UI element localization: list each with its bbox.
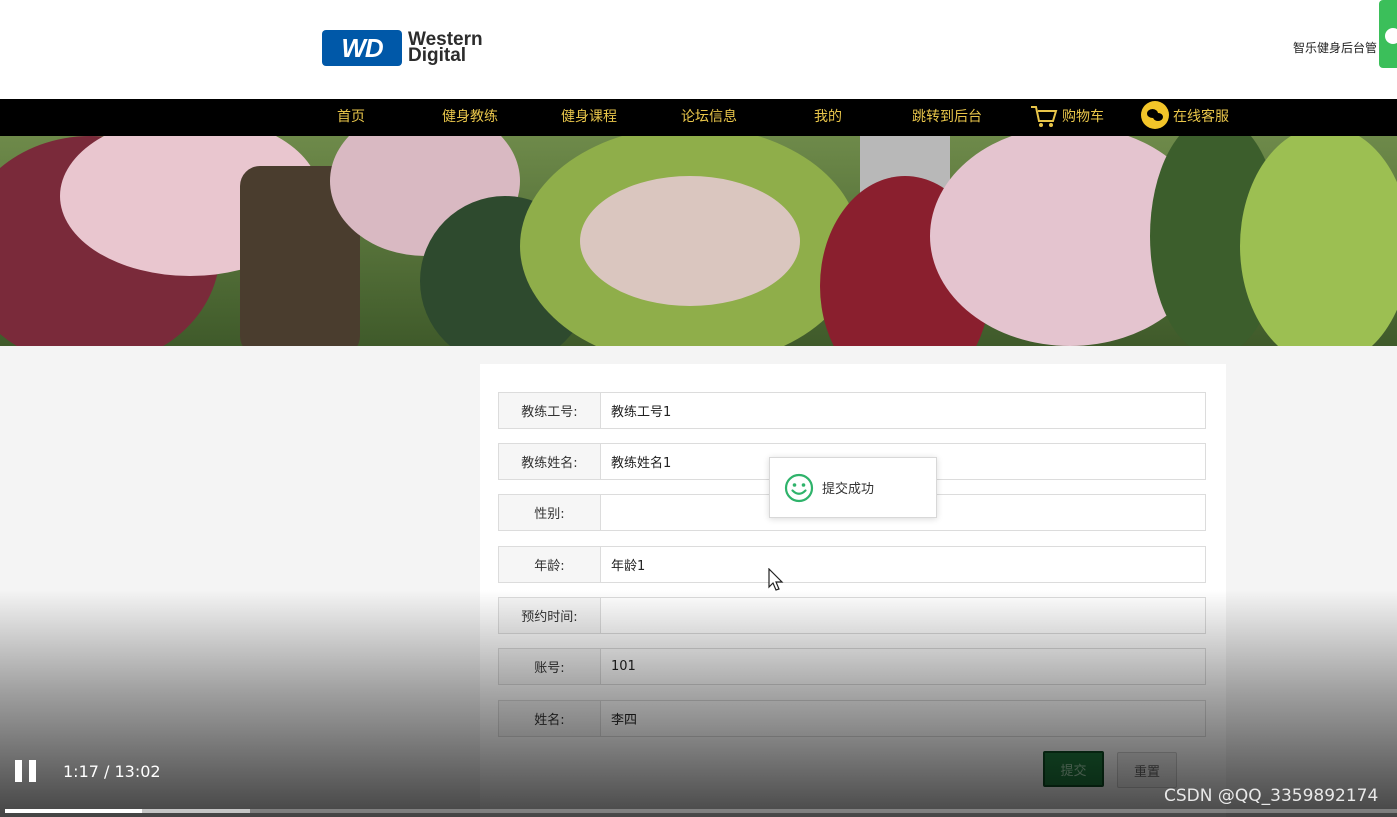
- cart-icon: [1031, 106, 1058, 127]
- wechat-icon: [1141, 101, 1169, 129]
- logo-line-2: Digital: [408, 45, 467, 66]
- form-row-coach-id: 教练工号:: [498, 392, 1206, 429]
- reset-button[interactable]: 重置: [1117, 752, 1177, 788]
- western-digital-logo[interactable]: WD Western Digital: [322, 30, 483, 66]
- coach-id-field[interactable]: [601, 393, 1205, 428]
- pause-button[interactable]: [15, 760, 37, 782]
- submit-button[interactable]: 提交: [1043, 751, 1104, 787]
- nav-item-cart[interactable]: 购物车: [1030, 99, 1104, 136]
- nav-item-label: 在线客服: [1173, 109, 1229, 125]
- pause-icon-bar: [29, 760, 36, 782]
- nav-item-label: 跳转到后台: [912, 109, 982, 125]
- success-toast: 提交成功: [769, 457, 937, 518]
- nav-item-label: 论坛信息: [681, 109, 737, 125]
- nav-item-home[interactable]: 首页: [337, 99, 365, 136]
- nav-item-label: 购物车: [1062, 109, 1104, 125]
- progress-bar[interactable]: [5, 809, 1397, 813]
- nav-item-label: 我的: [814, 109, 842, 125]
- toast-message: 提交成功: [822, 482, 875, 497]
- field-label: 教练工号:: [499, 393, 601, 428]
- field-label: 年龄:: [499, 547, 601, 582]
- banner-image: [0, 136, 1397, 346]
- coach-booking-form: 教练工号: 教练姓名: 性别: 年龄: 预约时间: 账号: 姓名: 提交 重置: [480, 364, 1226, 817]
- nav-item-mine[interactable]: 我的: [814, 99, 842, 136]
- pause-icon-bar: [15, 760, 22, 782]
- side-float-tab[interactable]: [1379, 0, 1397, 68]
- smiley-icon: [784, 473, 814, 502]
- nav-item-coaches[interactable]: 健身教练: [442, 99, 498, 136]
- main-nav: 首页 健身教练 健身课程 论坛信息 我的 跳转到后台 购物车 在线客服: [0, 99, 1397, 136]
- name-field[interactable]: [601, 701, 1205, 736]
- csdn-watermark: CSDN @QQ_3359892174: [1164, 786, 1379, 806]
- progress-played: [5, 809, 143, 813]
- nav-item-label: 首页: [337, 109, 365, 125]
- form-row-age: 年龄:: [498, 546, 1206, 583]
- account-field[interactable]: [601, 649, 1205, 684]
- form-row-name: 姓名:: [498, 700, 1206, 737]
- nav-item-service[interactable]: 在线客服: [1141, 99, 1229, 136]
- mouse-cursor-icon: [768, 568, 784, 591]
- logo-badge: WD: [322, 30, 402, 66]
- form-row-account: 账号:: [498, 648, 1206, 685]
- field-label: 账号:: [499, 649, 601, 684]
- nav-item-label: 健身课程: [561, 109, 617, 125]
- field-label: 教练姓名:: [499, 444, 601, 479]
- nav-item-courses[interactable]: 健身课程: [561, 99, 617, 136]
- logo-wordmark: Western Digital: [408, 30, 483, 66]
- nav-item-forum[interactable]: 论坛信息: [681, 99, 737, 136]
- field-label: 姓名:: [499, 701, 601, 736]
- booking-time-field[interactable]: [601, 598, 1205, 633]
- field-label: 预约时间:: [499, 598, 601, 633]
- form-row-booking-time: 预约时间:: [498, 597, 1206, 634]
- nav-item-label: 健身教练: [442, 109, 498, 125]
- field-label: 性别:: [499, 495, 601, 530]
- age-field[interactable]: [601, 547, 1205, 582]
- site-name: 智乐健身后台管: [1293, 41, 1378, 55]
- chat-icon: [1385, 28, 1397, 44]
- nav-item-admin[interactable]: 跳转到后台: [912, 99, 982, 136]
- playback-time: 1:17 / 13:02: [63, 762, 161, 781]
- top-header: WD Western Digital 智乐健身后台管: [0, 0, 1397, 99]
